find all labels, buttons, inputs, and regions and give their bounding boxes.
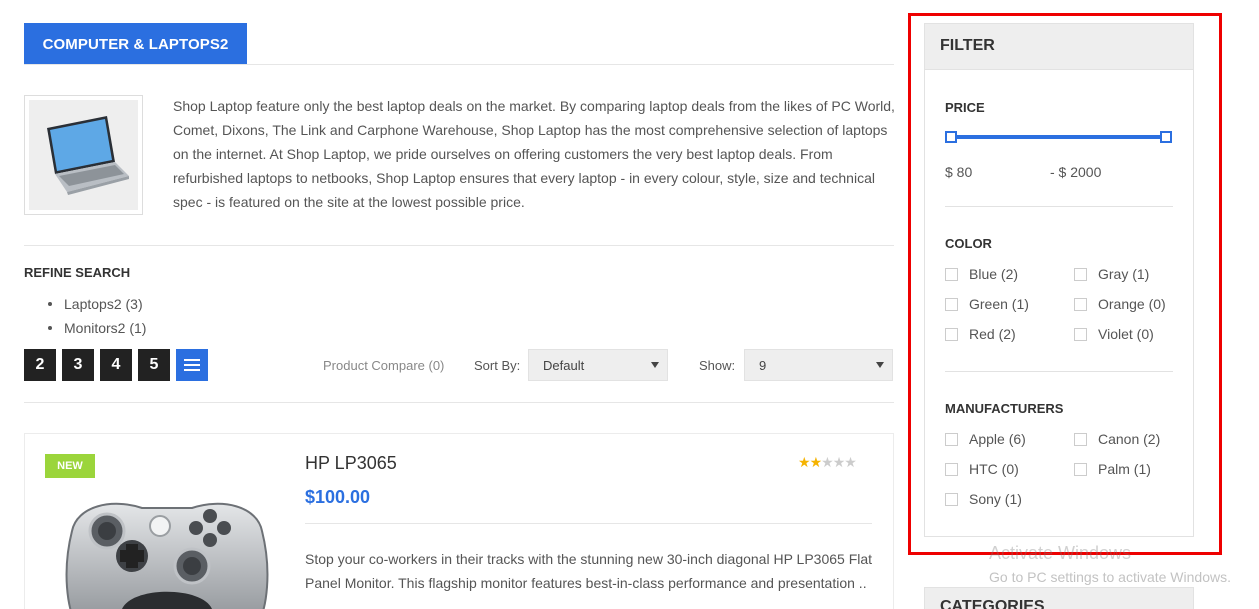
- star-filled-icon: ★: [798, 454, 811, 470]
- activation-watermark-subtitle: Go to PC settings to activate Windows.: [989, 569, 1231, 585]
- divider: [945, 371, 1173, 372]
- category-image: [24, 95, 143, 215]
- category-title: COMPUTER & LAPTOPS2: [24, 23, 247, 65]
- star-empty-icon: ★: [844, 454, 857, 470]
- divider: [24, 402, 894, 403]
- color-title: COLOR: [945, 236, 992, 251]
- checkbox[interactable]: [945, 267, 958, 281]
- manufacturers-title: MANUFACTURERS: [945, 401, 1064, 416]
- option-label: Palm (1): [1098, 461, 1151, 477]
- option-label: HTC (0): [969, 461, 1019, 477]
- refine-item-monitors2[interactable]: Monitors2 (1): [48, 316, 146, 340]
- refine-item-laptops2[interactable]: Laptops2 (3): [48, 292, 146, 316]
- color-option-green[interactable]: Green (1): [945, 296, 1029, 312]
- sort-select-value: Default: [543, 357, 585, 373]
- color-option-gray[interactable]: Gray (1): [1074, 266, 1149, 282]
- manufacturer-option-palm[interactable]: Palm (1): [1074, 461, 1151, 477]
- price-slider-max-handle[interactable]: [1160, 131, 1172, 143]
- checkbox[interactable]: [1074, 432, 1087, 446]
- price-slider-track[interactable]: [951, 135, 1166, 139]
- price-max-value: - $ 2000: [1050, 164, 1102, 180]
- option-label: Canon (2): [1098, 431, 1161, 447]
- manufacturer-option-sony[interactable]: Sony (1): [945, 491, 1022, 507]
- list-icon: [184, 359, 200, 371]
- rating-stars: ★★★★★: [798, 454, 857, 471]
- star-empty-icon: ★: [832, 454, 846, 470]
- manufacturer-option-apple[interactable]: Apple (6): [945, 431, 1026, 447]
- checkbox[interactable]: [945, 432, 958, 446]
- show-select-value: 9: [759, 357, 767, 373]
- sort-by-label: Sort By:: [474, 358, 521, 373]
- price-min-value: $ 80: [945, 164, 973, 180]
- option-label: Apple (6): [969, 431, 1026, 447]
- color-option-blue[interactable]: Blue (2): [945, 266, 1018, 282]
- new-badge: NEW: [45, 454, 95, 478]
- refine-search-list: Laptops2 (3) Monitors2 (1): [48, 292, 146, 340]
- option-label: Green (1): [969, 296, 1029, 312]
- checkbox[interactable]: [945, 297, 958, 311]
- option-label: Gray (1): [1098, 266, 1150, 282]
- product-compare-link[interactable]: Product Compare (0): [323, 358, 444, 373]
- price-title: PRICE: [945, 100, 985, 115]
- product-price: $100.00: [305, 487, 371, 507]
- category-description: Shop Laptop feature only the best laptop…: [173, 98, 895, 210]
- gamepad-image: [65, 502, 269, 609]
- checkbox[interactable]: [945, 462, 958, 476]
- page-button-2[interactable]: 2: [24, 349, 56, 381]
- checkbox[interactable]: [945, 492, 958, 506]
- checkbox[interactable]: [945, 327, 958, 341]
- product-description: Stop your co-workers in their tracks wit…: [305, 551, 873, 591]
- divider: [945, 206, 1173, 207]
- checkbox[interactable]: [1074, 267, 1087, 281]
- checkbox[interactable]: [1074, 297, 1087, 311]
- caret-down-icon: [651, 362, 659, 368]
- view-pagination: 2 3 4 5: [24, 349, 208, 381]
- checkbox[interactable]: [1074, 327, 1087, 341]
- star-filled-icon: ★: [809, 454, 823, 470]
- product-image[interactable]: [52, 486, 282, 609]
- filter-title: FILTER: [940, 37, 995, 54]
- sort-select[interactable]: Default: [528, 349, 668, 381]
- divider: [305, 523, 872, 524]
- show-select[interactable]: 9: [744, 349, 893, 381]
- laptop-image: [47, 116, 129, 195]
- caret-down-icon: [876, 362, 884, 368]
- page-button-5[interactable]: 5: [138, 349, 170, 381]
- checkbox[interactable]: [1074, 462, 1087, 476]
- option-label: Orange (0): [1098, 296, 1166, 312]
- color-option-violet[interactable]: Violet (0): [1074, 326, 1154, 342]
- option-label: Blue (2): [969, 266, 1019, 282]
- option-label: Violet (0): [1098, 326, 1154, 342]
- color-option-orange[interactable]: Orange (0): [1074, 296, 1166, 312]
- manufacturer-option-htc[interactable]: HTC (0): [945, 461, 1019, 477]
- star-empty-icon: ★: [821, 454, 834, 470]
- categories-title: CATEGORIES: [940, 598, 1045, 609]
- option-label: Red (2): [969, 326, 1016, 342]
- manufacturer-option-canon[interactable]: Canon (2): [1074, 431, 1160, 447]
- color-option-red[interactable]: Red (2): [945, 326, 1016, 342]
- option-label: Sony (1): [969, 491, 1022, 507]
- activation-watermark-title: Activate Windows: [989, 543, 1132, 563]
- title-divider: [24, 64, 894, 65]
- show-label: Show:: [699, 358, 736, 373]
- page-button-4[interactable]: 4: [100, 349, 132, 381]
- price-slider-min-handle[interactable]: [945, 131, 957, 143]
- list-view-button[interactable]: [176, 349, 208, 381]
- refine-search-title: REFINE SEARCH: [24, 265, 131, 280]
- product-name[interactable]: HP LP3065: [305, 453, 397, 474]
- page-button-3[interactable]: 3: [62, 349, 94, 381]
- divider: [24, 245, 894, 246]
